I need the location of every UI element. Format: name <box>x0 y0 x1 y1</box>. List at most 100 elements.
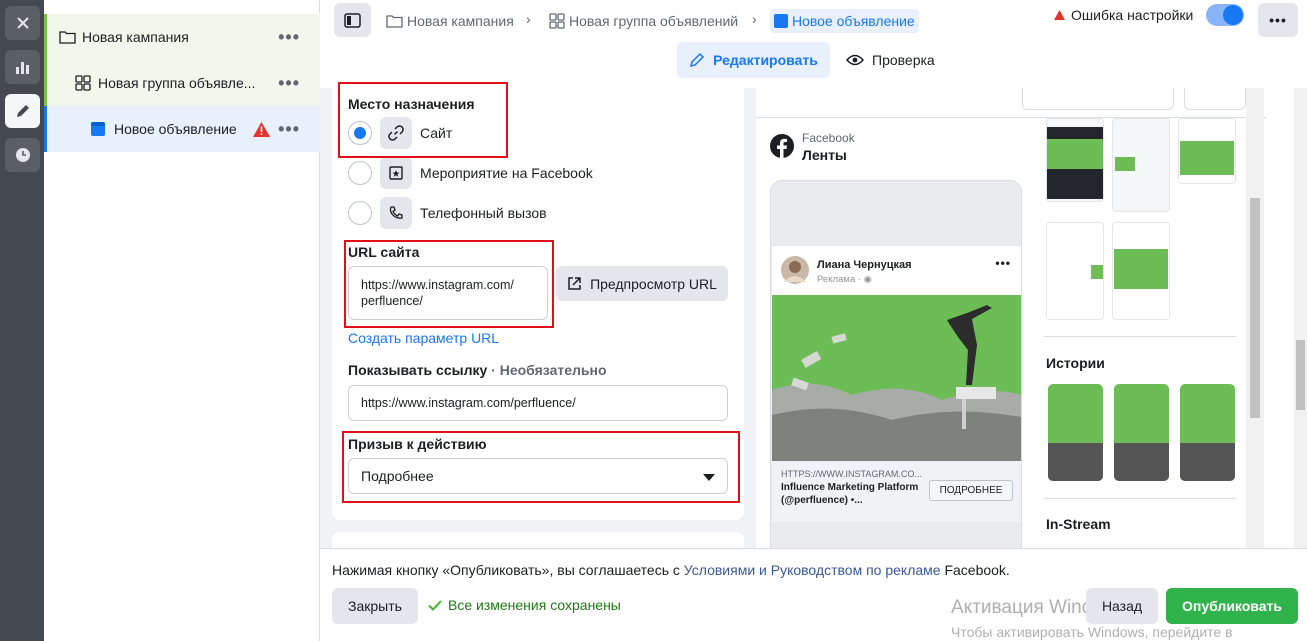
cta-select[interactable]: Подробнее <box>348 458 728 494</box>
edit-mode-button[interactable] <box>5 94 40 128</box>
preview-toolbar <box>756 88 1266 118</box>
destination-website-radio[interactable] <box>348 121 372 145</box>
tab-edit[interactable]: Редактировать <box>677 42 830 78</box>
placement-thumbnail[interactable] <box>1046 222 1104 320</box>
warning-icon <box>1054 10 1065 20</box>
breadcrumb-ad[interactable]: Новое объявление <box>770 9 919 33</box>
grid-icon <box>75 75 91 91</box>
setup-error-status[interactable]: Ошибка настройки <box>1054 7 1193 23</box>
placement-thumbnail[interactable] <box>1112 222 1170 320</box>
reports-button[interactable] <box>5 50 40 84</box>
placement-thumbnail[interactable] <box>1178 118 1236 184</box>
sidebar-toggle-button[interactable] <box>334 3 371 37</box>
thumb-image <box>1047 139 1103 169</box>
tree-item-campaign[interactable]: Новая кампания ••• <box>44 14 320 60</box>
story-thumbnail[interactable] <box>1048 384 1103 481</box>
top-bar: Новая кампания › Новая группа объявлений… <box>320 0 1307 88</box>
preview-share-button[interactable] <box>1184 88 1246 110</box>
story-thumbnail[interactable] <box>1114 384 1169 481</box>
facebook-icon <box>770 134 794 158</box>
preview-platform: Facebook <box>802 131 855 145</box>
saved-text: Все изменения сохранены <box>448 597 621 613</box>
highlight-box <box>338 82 508 158</box>
display-link-input[interactable]: https://www.instagram.com/perfluence/ <box>348 385 728 421</box>
thumb-image <box>1114 249 1168 289</box>
post-link-title: Influence Marketing Platform (@perfluenc… <box>781 482 919 506</box>
pencil-icon <box>16 105 29 117</box>
folder-icon <box>386 15 403 28</box>
more-options-icon[interactable]: ••• <box>278 28 300 46</box>
phone-icon-box <box>380 197 412 229</box>
post-sponsored-label: Реклама · ◉ <box>817 274 872 285</box>
placement-thumbnail[interactable] <box>1112 118 1170 212</box>
thumb-image <box>1180 141 1234 175</box>
tab-review[interactable]: Проверка <box>846 42 935 78</box>
destination-phone-radio[interactable] <box>348 201 372 225</box>
display-link-value: https://www.instagram.com/perfluence/ <box>361 396 576 410</box>
close-icon <box>16 17 29 29</box>
left-rail <box>0 0 44 641</box>
tree-item-ad[interactable]: Новое объявление ••• <box>44 106 320 152</box>
folder-icon <box>59 31 76 44</box>
ad-icon <box>91 122 105 136</box>
history-button[interactable] <box>5 138 40 172</box>
chevron-right-icon: › <box>752 11 757 27</box>
placement-thumbnail[interactable] <box>1046 118 1104 202</box>
create-url-parameter-link[interactable]: Создать параметр URL <box>348 330 499 346</box>
preview-scrollbar-thumb[interactable] <box>1250 198 1260 418</box>
windows-watermark-sub: Чтобы активировать Windows, перейдите в <box>951 624 1233 640</box>
destination-phone-label: Телефонный вызов <box>420 205 547 221</box>
phone-icon <box>389 206 403 219</box>
page-scrollbar[interactable] <box>1294 88 1307 548</box>
destination-heading: Место назначения <box>348 96 475 112</box>
link-icon <box>388 125 404 141</box>
external-link-icon <box>568 277 581 290</box>
post-link-card: HTTPS://WWW.INSTAGRAM.CO... Influence Ma… <box>772 461 1021 522</box>
post-image <box>772 295 1021 461</box>
warning-icon <box>253 121 270 137</box>
preview-url-button[interactable]: Предпросмотр URL <box>556 266 728 301</box>
more-options-icon[interactable]: ••• <box>278 74 300 92</box>
page-scrollbar-thumb[interactable] <box>1296 340 1305 410</box>
story-thumbnail[interactable] <box>1180 384 1235 481</box>
display-link-label: Показывать ссылку <box>348 362 488 378</box>
breadcrumb-adset[interactable]: Новая группа объявлений <box>549 9 738 33</box>
tree-bar <box>44 106 47 152</box>
destination-website-label: Сайт <box>420 125 453 141</box>
more-options-icon: ••• <box>995 256 1011 270</box>
checkmark-icon <box>428 599 442 611</box>
sidebar-icon <box>344 12 361 28</box>
tree-item-adset[interactable]: Новая группа объявле... ••• <box>44 60 320 106</box>
terms-link[interactable]: Условиями и Руководством по рекламе <box>684 562 941 578</box>
close-editor-button[interactable] <box>5 6 40 40</box>
grid-icon <box>549 13 565 29</box>
toggle-knob <box>1223 5 1243 25</box>
destination-event-label: Мероприятие на Facebook <box>420 165 593 181</box>
preview-scroll-area: Facebook Ленты Лиана Чернуцкая Реклама ·… <box>756 88 1266 548</box>
more-actions-button[interactable]: ••• <box>1258 3 1298 37</box>
breadcrumb-campaign-label: Новая кампания <box>407 13 514 29</box>
instream-heading: In-Stream <box>1046 516 1111 532</box>
publish-button[interactable]: Опубликовать <box>1166 588 1298 624</box>
dropdown-arrow-icon <box>703 474 715 481</box>
tree-bar <box>44 60 47 106</box>
close-button[interactable]: Закрыть <box>332 588 418 624</box>
chevron-right-icon: › <box>526 11 531 27</box>
tree-bar <box>44 14 47 60</box>
post-author: Лиана Чернуцкая <box>817 259 912 271</box>
divider <box>1044 498 1236 499</box>
placement-select[interactable] <box>1022 88 1174 110</box>
breadcrumb-adset-label: Новая группа объявлений <box>569 13 739 29</box>
website-url-input[interactable]: https://www.instagram.com/ perfluence/ <box>348 266 548 320</box>
breadcrumb-campaign[interactable]: Новая кампания <box>386 9 514 33</box>
back-button[interactable]: Назад <box>1086 588 1158 624</box>
destination-event-radio[interactable] <box>348 161 372 185</box>
bar-chart-icon <box>15 62 29 74</box>
terms-prefix: Нажимая кнопку «Опубликовать», вы соглаш… <box>332 562 684 578</box>
globe-icon: ◉ <box>863 274 872 285</box>
display-link-heading: Показывать ссылку · Необязательно <box>348 362 607 378</box>
post-cta-button: ПОДРОБНЕЕ <box>929 480 1013 501</box>
money-diver-image <box>772 295 1021 461</box>
ad-active-toggle[interactable] <box>1206 4 1244 26</box>
more-options-icon[interactable]: ••• <box>278 120 300 138</box>
